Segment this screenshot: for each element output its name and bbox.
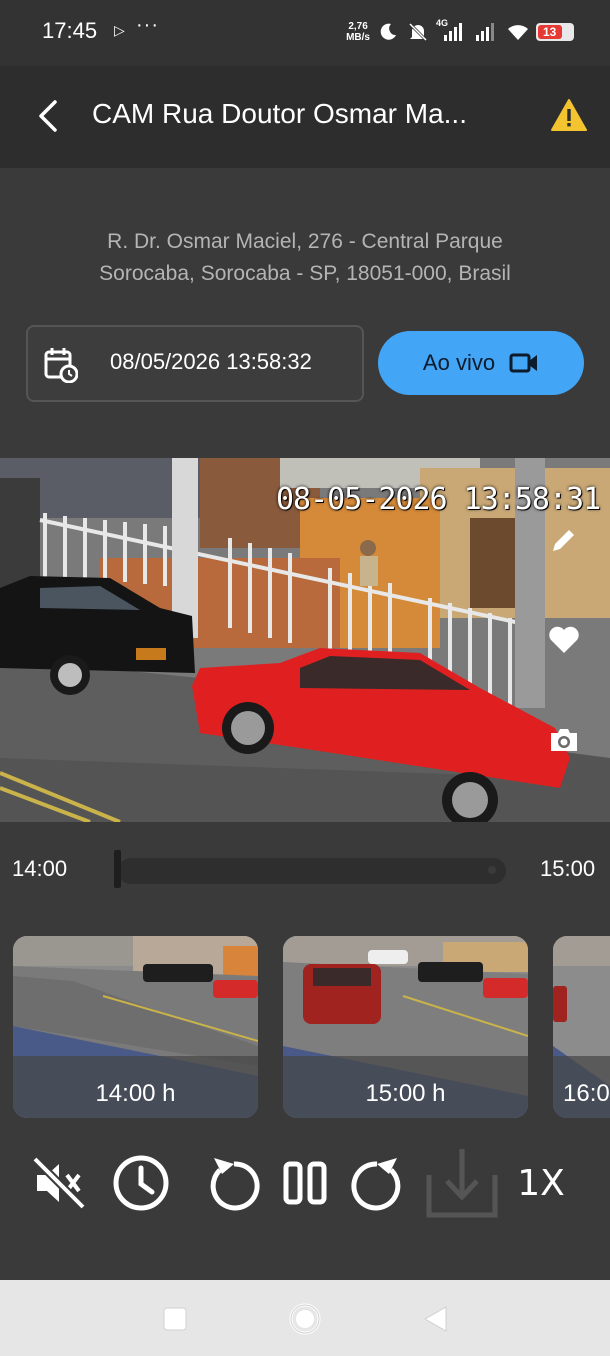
pause-icon — [283, 1161, 327, 1205]
thumbnail-item[interactable]: 14:00 h — [13, 936, 258, 1118]
rewind-icon — [210, 1158, 260, 1211]
warning-icon — [551, 99, 587, 131]
address-line-1: R. Dr. Osmar Maciel, 276 - Central Parqu… — [107, 230, 503, 253]
status-time: 17:45 — [42, 18, 98, 43]
date-time-picker[interactable]: 08/05/2026 13:58:32 — [26, 325, 364, 402]
more-icon: ··· — [136, 14, 159, 36]
thumbnail-item[interactable]: 16:0 — [553, 936, 610, 1118]
battery-icon: 13 — [536, 23, 574, 41]
live-button-label: Ao vivo — [422, 350, 496, 375]
camera-icon — [551, 729, 577, 751]
app-bar: CAM Rua Doutor Osmar Ma... — [0, 66, 610, 168]
heart-icon — [549, 626, 579, 653]
page-title: CAM Rua Doutor Osmar Ma... — [92, 98, 467, 129]
forward-icon — [351, 1158, 401, 1211]
forward-button[interactable] — [346, 1128, 408, 1238]
thumbnail-label: 16:0 — [563, 1080, 610, 1107]
camera-video-frame[interactable]: 08-05-2026 13:58:31 — [0, 458, 610, 822]
video-timestamp: 08-05-2026 13:58:31 — [276, 482, 601, 517]
back-button[interactable] — [28, 96, 68, 136]
home-icon — [289, 1303, 321, 1335]
play-icon: ▷ — [114, 22, 125, 38]
timeline-track[interactable] — [118, 858, 506, 884]
timeline: 14:00 15:00 — [0, 846, 610, 896]
recent-apps-icon — [163, 1307, 187, 1331]
playback-controls: 1X — [0, 1128, 610, 1238]
network-speed-unit: MB/s — [346, 32, 370, 43]
back-icon — [423, 1306, 447, 1332]
edit-button[interactable] — [546, 522, 582, 558]
network-type: 4G — [436, 18, 449, 28]
timeline-start-label: 14:00 — [12, 856, 68, 881]
timeline-handle[interactable] — [114, 850, 121, 888]
mute-button[interactable] — [28, 1128, 90, 1238]
mute-notifications-icon — [406, 20, 430, 44]
volume-off-icon — [32, 1156, 86, 1210]
video-camera-icon — [509, 353, 538, 373]
battery-level: 13 — [543, 25, 557, 39]
address-line-2: Sorocaba, Sorocaba - SP, 18051-000, Bras… — [99, 262, 511, 285]
date-time-value: 08/05/2026 13:58:32 — [110, 349, 312, 374]
playback-speed-button[interactable]: 1X — [512, 1128, 570, 1238]
signal-icon-2 — [474, 20, 500, 44]
download-button[interactable] — [424, 1128, 500, 1238]
camera-address: R. Dr. Osmar Maciel, 276 - Central Parqu… — [0, 226, 610, 290]
favorite-button[interactable] — [546, 622, 582, 658]
clock-icon — [113, 1155, 169, 1211]
warning-button[interactable] — [550, 98, 590, 134]
system-nav-bar — [0, 1280, 610, 1356]
snapshot-button[interactable] — [546, 722, 582, 758]
thumbnail-item[interactable]: 15:00 h — [283, 936, 528, 1118]
network-speed: 2,76 MB/s — [346, 21, 370, 43]
timeline-end-label: 15:00 — [540, 856, 596, 881]
home-button[interactable] — [288, 1302, 322, 1336]
pause-button[interactable] — [278, 1128, 332, 1238]
wifi-icon — [506, 20, 530, 44]
playback-speed-label: 1X — [517, 1162, 565, 1204]
edit-icon — [553, 530, 574, 551]
timeline-end-marker — [488, 866, 496, 874]
rewind-button[interactable] — [203, 1128, 265, 1238]
live-button[interactable]: Ao vivo — [378, 331, 584, 395]
calendar-clock-icon — [44, 347, 79, 388]
status-bar: 17:45 ▷ ··· 2,76 MB/s 4G 13 — [0, 0, 610, 66]
signal-icon: 4G — [436, 18, 468, 44]
thumbnail-label: 15:00 h — [365, 1080, 446, 1107]
thumbnail-label: 14:00 h — [95, 1080, 176, 1107]
download-icon — [426, 1149, 498, 1218]
history-button[interactable] — [110, 1128, 172, 1238]
status-icons: 2,76 MB/s 4G 13 — [346, 17, 574, 47]
recent-apps-button[interactable] — [158, 1302, 192, 1336]
system-back-button[interactable] — [418, 1302, 452, 1336]
chevron-left-icon — [39, 100, 57, 132]
network-speed-value: 2,76 — [348, 21, 368, 32]
moon-icon — [376, 20, 400, 44]
